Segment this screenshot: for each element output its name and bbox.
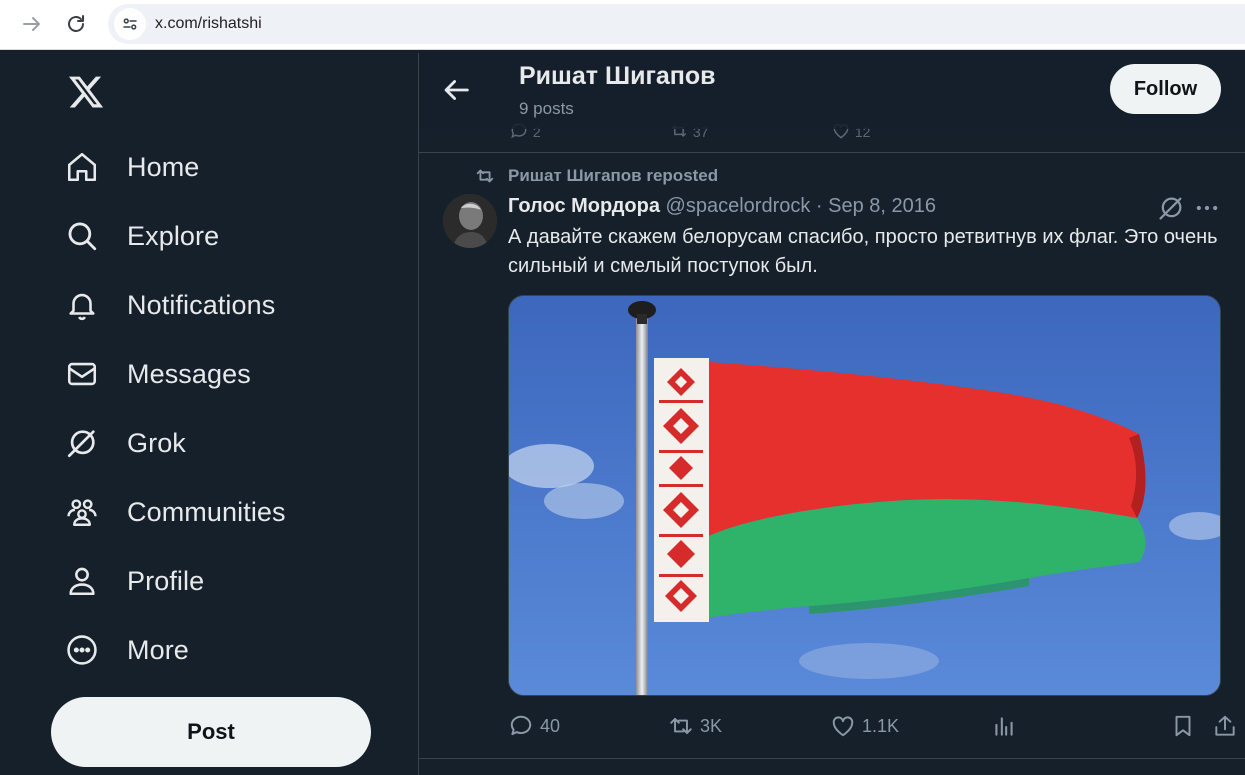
home-icon [54,139,110,195]
repost-button[interactable]: 3K [668,713,722,739]
sidebar-item-label: Messages [127,358,251,389]
sidebar-item-grok[interactable]: Grok [50,415,380,471]
author-name[interactable]: Голос Мордора [508,195,660,217]
post-count: 9 posts [519,99,574,118]
divider [419,152,1245,153]
share-button[interactable] [1212,713,1238,739]
bookmark-icon [1175,715,1191,737]
people-icon [54,484,110,540]
profile-header: Ришат Шигапов 9 posts Follow [419,53,1245,129]
main-timeline: 2 37 12 Ришат Шигапов 9 posts Follow Риш… [418,53,1245,775]
sidebar-item-messages[interactable]: Messages [50,346,380,402]
sidebar-item-label: More [127,634,189,665]
reply-count: 40 [540,715,561,736]
sidebar-item-label: Notifications [127,289,276,320]
repost-text: Ришат Шигапов reposted [508,166,719,185]
author-handle[interactable]: @spacelordrock [666,195,811,217]
repost-indicator[interactable]: Ришат Шигапов reposted [474,165,718,187]
repost-icon [476,169,494,183]
tweet-actions: 40 3K 1.1K [508,713,1238,743]
reload-icon[interactable] [64,12,88,36]
views-button[interactable] [991,713,1017,739]
sidebar-item-label: Home [127,151,200,182]
reply-button[interactable]: 40 [508,713,560,739]
envelope-icon [54,346,110,402]
x-logo-icon[interactable] [67,73,105,111]
like-button[interactable]: 1.1K [830,713,899,739]
sidebar-item-profile[interactable]: Profile [50,553,380,609]
sidebar-item-communities[interactable]: Communities [50,484,380,540]
grok-icon [54,415,110,471]
more-circle-icon [54,622,110,678]
tweet-date[interactable]: Sep 8, 2016 [828,195,936,217]
site-settings-icon[interactable] [114,8,146,40]
heart-icon [832,716,854,737]
sidebar-item-explore[interactable]: Explore [50,208,380,264]
more-options-icon[interactable] [1193,194,1221,222]
left-sidebar: Home Explore Notifications Messages Grok… [0,53,418,775]
analytics-icon [995,717,1013,736]
forward-arrow-icon[interactable] [20,12,44,36]
url-text: x.com/rishatshi [155,15,262,32]
post-button[interactable]: Post [51,697,371,767]
sidebar-item-label: Communities [127,496,286,527]
sidebar-item-label: Grok [127,427,186,458]
divider [419,758,1245,759]
sidebar-item-label: Explore [127,220,220,251]
sidebar-item-notifications[interactable]: Notifications [50,277,380,333]
reply-icon [510,715,532,736]
browser-toolbar: x.com/rishatshi [0,0,1245,50]
separator-dot: · [815,195,823,217]
search-icon [54,208,110,264]
repost-icon [670,717,692,735]
like-count: 1.1K [862,715,900,736]
tweet-meta: Голос Мордора @spacelordrock · Sep 8, 20… [508,195,936,218]
bell-icon [54,277,110,333]
tweet-media-image[interactable] [508,295,1221,696]
profile-name: Ришат Шигапов [519,62,716,90]
bookmark-button[interactable] [1170,713,1196,739]
grok-icon[interactable] [1157,194,1185,222]
person-icon [54,553,110,609]
follow-button[interactable]: Follow [1110,64,1221,114]
address-bar[interactable]: x.com/rishatshi [108,4,1245,44]
avatar[interactable] [443,194,497,248]
sidebar-item-more[interactable]: More [50,622,380,678]
back-arrow-icon[interactable] [439,73,473,107]
repost-count: 3K [700,715,723,736]
share-icon [1215,715,1235,736]
tweet-text: А давайте скажем белорусам спасибо, прос… [508,226,1218,277]
sidebar-item-label: Profile [127,565,205,596]
sidebar-item-home[interactable]: Home [50,139,380,195]
